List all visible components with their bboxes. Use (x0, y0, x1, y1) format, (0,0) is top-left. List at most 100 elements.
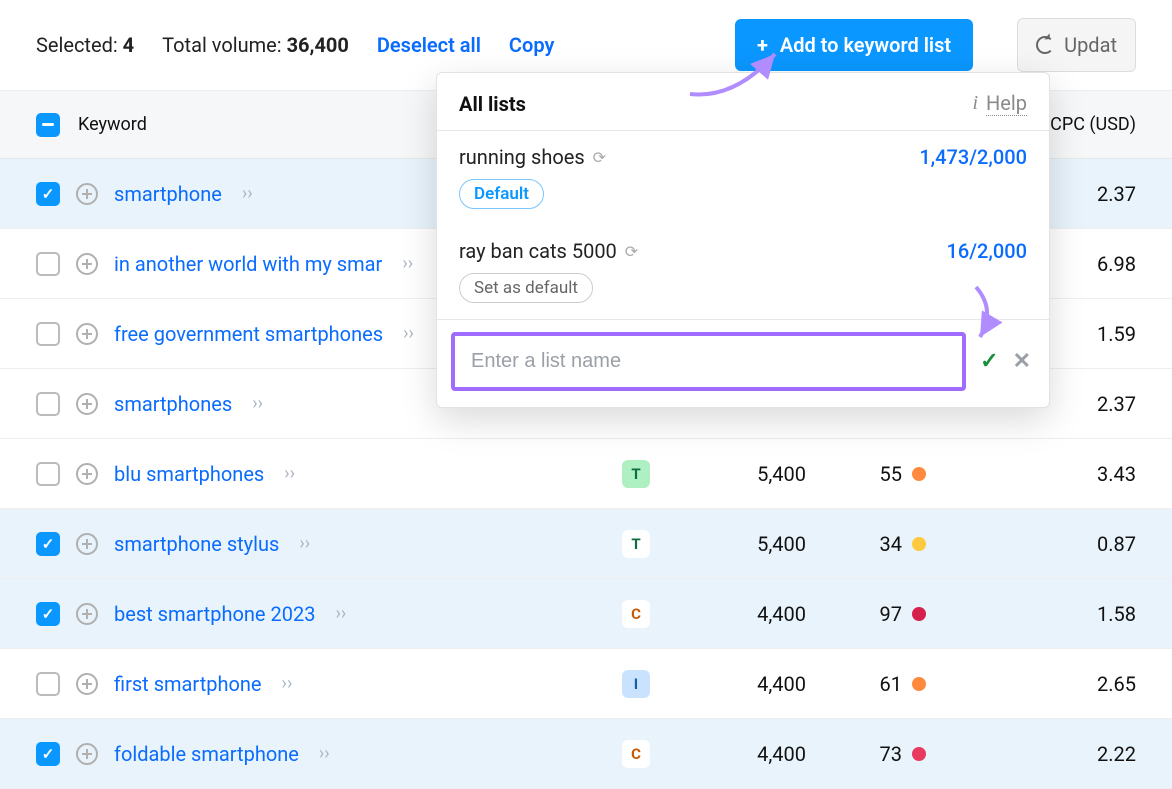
expand-icon[interactable] (76, 253, 98, 275)
list-count: 1,473/2,000 (919, 145, 1027, 169)
confirm-new-list-button[interactable]: ✓ (980, 349, 998, 374)
keyword-link[interactable]: blu smartphones (114, 462, 264, 486)
kd-cell: 55 (806, 462, 926, 486)
help-label: Help (986, 91, 1027, 116)
selected-info: Selected: 4 (36, 33, 134, 57)
selected-label: Selected: (36, 33, 118, 57)
difficulty-dot-icon (912, 467, 926, 481)
chevron-right-icon: ›› (402, 253, 413, 274)
table-row: foldable smartphone ›› C 4,40073 2.22 (0, 719, 1172, 789)
refresh-icon: ⟳ (593, 148, 606, 167)
expand-icon[interactable] (76, 673, 98, 695)
add-to-keyword-list-button[interactable]: + Add to keyword list (735, 19, 973, 71)
cpc-cell: 2.65 (1006, 672, 1136, 696)
kd-cell: 34 (806, 532, 926, 556)
kd-cell: 97 (806, 602, 926, 626)
total-volume-label: Total volume: (162, 33, 281, 57)
intent-badge: C (622, 600, 650, 628)
expand-icon[interactable] (76, 393, 98, 415)
new-list-row: ✓ ✕ (437, 319, 1049, 407)
keyword-link[interactable]: free government smartphones (114, 322, 383, 346)
difficulty-dot-icon (912, 747, 926, 761)
list-name: ray ban cats 5000 ⟳ (459, 239, 638, 263)
default-badge: Default (459, 179, 544, 209)
total-volume-info: Total volume: 36,400 (162, 33, 349, 57)
update-button[interactable]: Updat (1017, 18, 1136, 72)
table-row: blu smartphones ›› T 5,40055 3.43 (0, 439, 1172, 509)
row-checkbox[interactable] (36, 252, 60, 276)
expand-icon[interactable] (76, 603, 98, 625)
refresh-icon: ⟳ (625, 242, 638, 261)
chevron-right-icon: ›› (242, 183, 253, 204)
deselect-all-link[interactable]: Deselect all (377, 33, 481, 57)
reload-icon (1036, 36, 1054, 54)
difficulty-dot-icon (912, 537, 926, 551)
keyword-link[interactable]: smartphone (114, 182, 222, 206)
row-checkbox[interactable] (36, 742, 60, 766)
cpc-cell: 1.58 (1006, 602, 1136, 626)
list-item[interactable]: running shoes ⟳ 1,473/2,000 Default (437, 131, 1049, 225)
cpc-cell: 3.43 (1006, 462, 1136, 486)
update-label: Updat (1064, 33, 1117, 57)
row-checkbox[interactable] (36, 602, 60, 626)
expand-icon[interactable] (76, 463, 98, 485)
plus-icon: + (757, 33, 768, 57)
row-checkbox[interactable] (36, 322, 60, 346)
keyword-link[interactable]: smartphone stylus (114, 532, 279, 556)
intent-badge: I (622, 670, 650, 698)
new-list-name-input[interactable] (451, 332, 966, 391)
keyword-link[interactable]: foldable smartphone (114, 742, 299, 766)
chevron-right-icon: ›› (284, 463, 295, 484)
set-default-button[interactable]: Set as default (459, 273, 593, 303)
chevron-right-icon: ›› (299, 533, 310, 554)
list-name: running shoes ⟳ (459, 145, 606, 169)
row-checkbox[interactable] (36, 182, 60, 206)
chevron-right-icon: ›› (403, 323, 414, 344)
keyword-link[interactable]: best smartphone 2023 (114, 602, 315, 626)
copy-link[interactable]: Copy (509, 33, 554, 57)
keyword-link[interactable]: first smartphone (114, 672, 262, 696)
add-to-list-label: Add to keyword list (780, 33, 951, 57)
volume-cell: 4,400 (676, 672, 806, 696)
table-row: best smartphone 2023 ›› C 4,40097 1.58 (0, 579, 1172, 649)
volume-cell: 4,400 (676, 602, 806, 626)
info-icon: i (972, 92, 978, 115)
row-checkbox[interactable] (36, 392, 60, 416)
table-row: smartphone stylus ›› T 5,40034 0.87 (0, 509, 1172, 579)
chevron-right-icon: ›› (252, 393, 263, 414)
expand-icon[interactable] (76, 743, 98, 765)
chevron-right-icon: ›› (282, 673, 293, 694)
cpc-cell: 0.87 (1006, 532, 1136, 556)
column-keyword[interactable]: Keyword (78, 114, 147, 135)
keyword-link[interactable]: smartphones (114, 392, 232, 416)
expand-icon[interactable] (76, 183, 98, 205)
intent-badge: T (622, 530, 650, 558)
kd-cell: 73 (806, 742, 926, 766)
row-checkbox[interactable] (36, 532, 60, 556)
keyword-link[interactable]: in another world with my smar (114, 252, 382, 276)
expand-icon[interactable] (76, 323, 98, 345)
table-row: first smartphone ›› I 4,40061 2.65 (0, 649, 1172, 719)
cpc-cell: 2.22 (1006, 742, 1136, 766)
keyword-list-dropdown: All lists i Help running shoes ⟳ 1,473/2… (436, 72, 1050, 408)
total-volume: 36,400 (287, 33, 349, 57)
difficulty-dot-icon (912, 677, 926, 691)
volume-cell: 5,400 (676, 462, 806, 486)
selected-count: 4 (123, 33, 134, 57)
kd-cell: 61 (806, 672, 926, 696)
chevron-right-icon: ›› (319, 743, 330, 764)
list-count: 16/2,000 (947, 239, 1027, 263)
volume-cell: 5,400 (676, 532, 806, 556)
expand-icon[interactable] (76, 533, 98, 555)
list-item[interactable]: ray ban cats 5000 ⟳ 16/2,000 Set as defa… (437, 225, 1049, 319)
dropdown-title: All lists (459, 92, 526, 116)
chevron-right-icon: ›› (335, 603, 346, 624)
intent-badge: C (622, 740, 650, 768)
select-all-checkbox[interactable] (36, 113, 60, 137)
row-checkbox[interactable] (36, 462, 60, 486)
volume-cell: 4,400 (676, 742, 806, 766)
intent-badge: T (622, 460, 650, 488)
cancel-new-list-button[interactable]: ✕ (1013, 349, 1031, 374)
row-checkbox[interactable] (36, 672, 60, 696)
help-link[interactable]: i Help (972, 91, 1027, 116)
